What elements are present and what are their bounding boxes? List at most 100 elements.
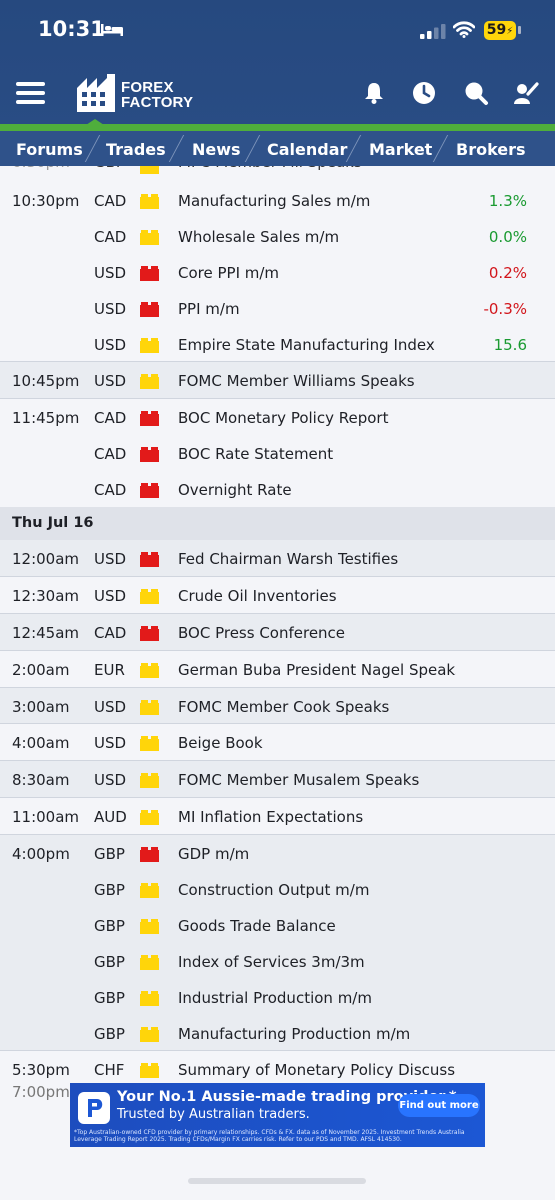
low-impact-icon[interactable] [140,1026,159,1042]
event-currency: CAD [94,192,127,210]
event-title: Industrial Production m/m [178,988,372,1007]
event-actual: -0.3% [483,299,527,318]
low-impact-icon[interactable] [140,990,159,1006]
nav-trades[interactable]: Trades [106,131,166,166]
high-impact-icon[interactable] [140,625,159,641]
battery-indicator: 59⚡ [484,21,516,40]
event-time: 11:00am [12,808,80,827]
broker-logo-icon [78,1092,110,1124]
event-currency: GBP [94,881,125,900]
logo-wordmark: FOREX FACTORY [121,80,193,110]
event-row[interactable]: 10:30pm CAD Manufacturing Sales m/m 1.3% [0,182,555,218]
bell-icon[interactable] [361,80,387,106]
low-impact-icon[interactable] [140,773,159,789]
menu-icon[interactable] [16,82,45,104]
event-row[interactable]: GBP Industrial Production m/m [0,978,555,1015]
logo-line-2: FACTORY [121,94,194,111]
high-impact-icon[interactable] [140,411,159,427]
event-row[interactable]: GBP Goods Trade Balance [0,906,555,943]
event-time: 4:00am [12,734,70,753]
header-accent-line [0,124,555,131]
event-row[interactable]: GBP Construction Output m/m [0,871,555,907]
event-row[interactable]: CAD Wholesale Sales m/m 0.0% [0,217,555,254]
event-title: Crude Oil Inventories [178,586,337,605]
high-impact-icon[interactable] [140,301,159,317]
main-nav: Forums Trades News Calendar Market Broke… [0,131,555,166]
event-row[interactable]: USD Core PPI m/m 0.2% [0,253,555,290]
event-title: Goods Trade Balance [178,916,336,935]
event-row[interactable]: 11:00am AUD MI Inflation Expectations [0,797,555,835]
find-out-more-button[interactable]: Find out more [398,1094,480,1117]
event-title: Overnight Rate [178,481,292,500]
event-row[interactable]: 5:30pm CHF Summary of Monetary Policy Disc… [0,1050,555,1088]
cellular-signal-icon [420,24,446,39]
user-edit-icon[interactable] [513,80,539,106]
event-title: Manufacturing Production m/m [178,1024,411,1043]
low-impact-icon[interactable] [140,588,159,604]
nav-brokers[interactable]: Brokers [456,131,526,166]
event-time: 2:00am [12,660,70,679]
battery-level: 59 [486,22,507,38]
event-row[interactable]: USD Empire State Manufacturing Index 15.6 [0,325,555,362]
event-row[interactable]: USD PPI m/m -0.3% [0,289,555,326]
search-icon[interactable] [463,80,489,106]
high-impact-icon[interactable] [140,552,159,568]
event-row[interactable]: CAD Overnight Rate [0,471,555,508]
event-row[interactable]: GBP Manufacturing Production m/m [0,1014,555,1051]
low-impact-icon[interactable] [140,229,159,245]
event-title: BOC Monetary Policy Report [178,409,389,428]
ad-banner[interactable]: Your No.1 Aussie-made trading provider.*… [70,1083,485,1147]
event-title: Manufacturing Sales m/m [178,192,371,210]
event-row[interactable]: 4:00am USD Beige Book [0,723,555,761]
forex-factory-logo[interactable]: FOREX FACTORY [77,74,197,114]
low-impact-icon[interactable] [140,699,159,715]
event-row[interactable]: 12:30am USD Crude Oil Inventories [0,575,555,613]
event-currency: CAD [94,623,127,642]
event-row[interactable]: 8:30am USD FOMC Member Musalem Speaks [0,760,555,798]
low-impact-icon[interactable] [140,194,159,209]
event-row[interactable]: GBP Index of Services 3m/3m [0,942,555,979]
event-row[interactable]: CAD BOC Rate Statement [0,435,555,472]
high-impact-icon[interactable] [140,847,159,863]
nav-forums[interactable]: Forums [16,131,83,166]
nav-separator [345,135,362,162]
low-impact-icon[interactable] [140,810,159,826]
event-row[interactable]: 10:45pm USD FOMC Member Williams Speaks [0,361,555,399]
event-title: GDP m/m [178,845,250,864]
event-title: Empire State Manufacturing Index [178,335,435,354]
high-impact-icon[interactable] [140,265,159,281]
event-row[interactable]: 3:00am USD FOMC Member Cook Speaks [0,686,555,724]
event-title: FOMC Member Williams Speaks [178,372,415,391]
nav-calendar[interactable]: Calendar [267,131,347,166]
event-time: 5:30pm [12,1061,70,1080]
event-row[interactable]: 12:00am USD Fed Chairman Warsh Testifies [0,540,555,576]
low-impact-icon[interactable] [140,918,159,934]
high-impact-icon[interactable] [140,483,159,499]
clock-icon[interactable] [411,80,437,106]
home-indicator[interactable] [188,1178,366,1184]
event-time: 12:45am [12,623,80,642]
event-row[interactable]: 4:00pm GBP GDP m/m [0,834,555,872]
event-currency: USD [94,586,127,605]
event-row[interactable]: 2:00am EUR German Buba President Nagel Spe… [0,649,555,687]
low-impact-icon[interactable] [140,337,159,353]
event-title: German Buba President Nagel Speaks [178,660,456,679]
event-row[interactable]: 12:45am CAD BOC Press Conference [0,612,555,650]
low-impact-icon[interactable] [140,954,159,970]
event-title: Core PPI m/m [178,263,280,282]
nav-market[interactable]: Market [369,131,432,166]
low-impact-icon[interactable] [140,883,159,899]
event-row[interactable]: 11:45pm CAD BOC Monetary Policy Report [0,398,555,436]
low-impact-icon[interactable] [140,374,159,390]
event-time: 12:30am [12,586,80,605]
event-currency: USD [94,263,127,282]
event-title: Wholesale Sales m/m [178,227,340,246]
low-impact-icon[interactable] [140,1063,159,1079]
high-impact-icon[interactable] [140,447,159,463]
low-impact-icon[interactable] [140,662,159,678]
nav-separator [244,135,261,162]
low-impact-icon[interactable] [140,736,159,752]
nav-news[interactable]: News [192,131,241,166]
nav-separator [84,135,101,162]
nav-separator [168,135,185,162]
